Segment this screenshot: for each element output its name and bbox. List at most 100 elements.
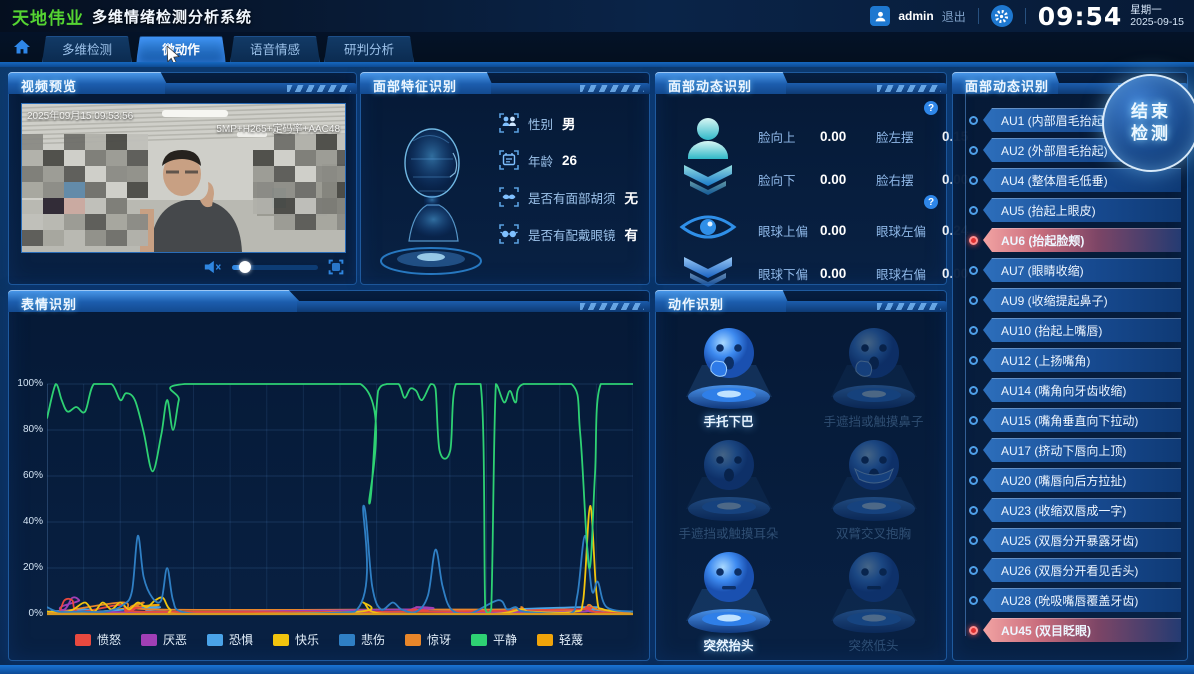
mute-icon[interactable] xyxy=(204,260,222,274)
feature-row: 年龄26 xyxy=(499,150,638,170)
au-list-item[interactable]: AU7 (眼睛收缩) xyxy=(961,255,1181,285)
footer-bar xyxy=(0,665,1194,674)
au-status-dot xyxy=(969,326,978,335)
y-axis-tick: 40% xyxy=(9,516,43,527)
username-label: admin xyxy=(898,9,933,23)
chart-legend: 愤怒 厌恶 恐惧 快乐 悲伤 惊讶 平静 轻蔑 xyxy=(9,631,649,648)
au-list-item[interactable]: AU6 (抬起脸颊) xyxy=(961,225,1181,255)
legend-label: 愤怒 xyxy=(97,631,121,648)
au-status-dot xyxy=(969,536,978,545)
au-label: AU14 (嘴角向牙齿收缩) xyxy=(983,382,1126,399)
feature-value: 有 xyxy=(625,224,639,244)
nav-tab-2[interactable]: 微动作 xyxy=(136,36,226,63)
au-label: AU9 (收缩提起鼻子) xyxy=(983,292,1108,309)
au-list-item[interactable]: AU20 (嘴唇向后方拉扯) xyxy=(961,465,1181,495)
date-label: 2025-09-15 xyxy=(1130,16,1184,28)
legend-item[interactable]: 愤怒 xyxy=(75,631,121,648)
au-list-item[interactable]: AU25 (双唇分开暴露牙齿) xyxy=(961,525,1181,555)
au-label: AU45 (双目眨眼) xyxy=(983,622,1091,639)
au-label: AU5 (抬起上眼皮) xyxy=(983,202,1096,219)
feature-label: 是否有面部胡须 xyxy=(528,188,616,207)
au-list-item[interactable]: AU45 (双目眨眼) xyxy=(961,615,1181,645)
action-item[interactable]: 手遮挡或触摸鼻子 xyxy=(801,321,946,433)
nav-tabs: 多维检测微动作语音情感研判分析 xyxy=(42,36,414,63)
metric-label: 脸向上 xyxy=(758,127,814,146)
au-label: AU15 (嘴角垂直向下拉动) xyxy=(983,412,1138,429)
help-icon[interactable]: ? xyxy=(924,195,938,209)
au-label: AU23 (收缩双唇成一字) xyxy=(983,502,1126,519)
action-label: 突然抬头 xyxy=(703,635,753,654)
action-recognition-panel: 动作识别 手托下巴手遮挡或触摸鼻子手遮挡或触摸耳朵 双臂交叉抱胸突然抬头 突然低头 xyxy=(655,290,947,661)
panel-title: 动作识别 xyxy=(668,294,724,313)
home-button[interactable] xyxy=(10,36,34,58)
au-list-item[interactable]: AU28 (吮吸嘴唇覆盖牙齿) xyxy=(961,585,1181,615)
action-hologram-icon xyxy=(674,433,784,525)
au-list-item[interactable]: AU10 (抬起上嘴唇) xyxy=(961,315,1181,345)
action-hologram-icon xyxy=(674,545,784,637)
legend-item[interactable]: 恐惧 xyxy=(207,631,253,648)
au-status-dot xyxy=(969,236,978,245)
nav-accent-strip xyxy=(0,62,1194,67)
action-item[interactable]: 突然抬头 xyxy=(656,545,801,657)
legend-label: 厌恶 xyxy=(163,631,187,648)
metric-label: 眼球上偏 xyxy=(758,221,814,240)
action-item[interactable]: 双臂交叉抱胸 xyxy=(801,433,946,545)
video-stream-info-overlay: 5MP+H265+定码率+AAC48 xyxy=(216,120,340,135)
nav-tab-4[interactable]: 研判分析 xyxy=(324,36,414,63)
legend-swatch xyxy=(207,634,223,646)
video-player[interactable]: 2025年09月15 09:53:56 5MP+H265+定码率+AAC48 xyxy=(21,103,346,253)
legend-item[interactable]: 惊讶 xyxy=(405,631,451,648)
au-status-dot xyxy=(969,506,978,515)
au-list-item[interactable]: AU23 (收缩双唇成一字) xyxy=(961,495,1181,525)
legend-swatch xyxy=(339,634,355,646)
logout-button[interactable]: 退出 xyxy=(942,8,966,25)
legend-swatch xyxy=(141,634,157,646)
action-item[interactable]: 手托下巴 xyxy=(656,321,801,433)
help-icon[interactable]: ? xyxy=(924,101,938,115)
fullscreen-icon[interactable] xyxy=(328,259,344,275)
feature-label: 是否有配戴眼镜 xyxy=(528,225,616,244)
au-status-dot xyxy=(969,386,978,395)
legend-label: 悲伤 xyxy=(361,631,385,648)
au-label: AU4 (整体眉毛低垂) xyxy=(983,172,1108,189)
action-item[interactable]: 突然低头 xyxy=(801,545,946,657)
app-window: 天地伟业 多维情绪检测分析系统 admin 退出 09:54 星期一 2025-… xyxy=(0,0,1194,674)
au-list-item[interactable]: AU14 (嘴角向牙齿收缩) xyxy=(961,375,1181,405)
action-label: 手遮挡或触摸耳朵 xyxy=(678,523,778,542)
panel-title: 视频预览 xyxy=(21,76,77,95)
panel-title: 面部动态识别 xyxy=(965,76,1049,95)
settings-gear-icon[interactable] xyxy=(991,5,1013,27)
legend-label: 恐惧 xyxy=(229,631,253,648)
y-axis-tick: 0% xyxy=(9,608,43,619)
y-axis-tick: 20% xyxy=(9,562,43,573)
action-grid: 手托下巴手遮挡或触摸鼻子手遮挡或触摸耳朵 双臂交叉抱胸突然抬头 突然低头 xyxy=(656,321,946,657)
nav-tab-3[interactable]: 语音情感 xyxy=(230,36,320,63)
legend-item[interactable]: 轻蔑 xyxy=(537,631,583,648)
legend-item[interactable]: 平静 xyxy=(471,631,517,648)
facial-dynamics-panel: 面部动态识别 脸向上0.00脸左摆0.15脸向下0.00脸右摆0.00眼球上偏0… xyxy=(655,72,947,285)
au-list-item[interactable]: AU26 (双唇分开看见舌头) xyxy=(961,555,1181,585)
action-item[interactable]: 手遮挡或触摸耳朵 xyxy=(656,433,801,545)
volume-slider[interactable] xyxy=(232,265,318,270)
metric-label: 眼球右偏 xyxy=(876,264,936,283)
au-list-item[interactable]: AU5 (抬起上眼皮) xyxy=(961,195,1181,225)
legend-item[interactable]: 悲伤 xyxy=(339,631,385,648)
au-list-item[interactable]: AU12 (上扬嘴角) xyxy=(961,345,1181,375)
au-label: AU25 (双唇分开暴露牙齿) xyxy=(983,532,1138,549)
legend-item[interactable]: 快乐 xyxy=(273,631,319,648)
user-avatar-icon xyxy=(870,6,890,26)
feature-row: 性别男 xyxy=(499,113,638,133)
end-detection-button[interactable]: 结束 检测 xyxy=(1102,74,1194,172)
expression-chart-panel: 表情识别 0%20%40%60%80%100% 愤怒厌恶恐惧快乐悲伤惊讶平静轻蔑 xyxy=(8,290,650,661)
au-list-item[interactable]: AU15 (嘴角垂直向下拉动) xyxy=(961,405,1181,435)
nav-tab-1[interactable]: 多维检测 xyxy=(42,36,132,63)
main-nav: 多维检测微动作语音情感研判分析 xyxy=(0,32,1194,62)
au-list-item[interactable]: AU17 (挤动下唇向上顶) xyxy=(961,435,1181,465)
action-hologram-icon xyxy=(819,433,929,525)
legend-item[interactable]: 厌恶 xyxy=(141,631,187,648)
feature-value: 无 xyxy=(625,187,639,207)
au-label: AU12 (上扬嘴角) xyxy=(983,352,1090,369)
panel-title: 面部特征识别 xyxy=(373,76,457,95)
facial-features-panel: 面部特征识别 性别男年龄26 是否有面部胡须无是否有配戴眼镜有 xyxy=(360,72,650,285)
au-list-item[interactable]: AU9 (收缩提起鼻子) xyxy=(961,285,1181,315)
